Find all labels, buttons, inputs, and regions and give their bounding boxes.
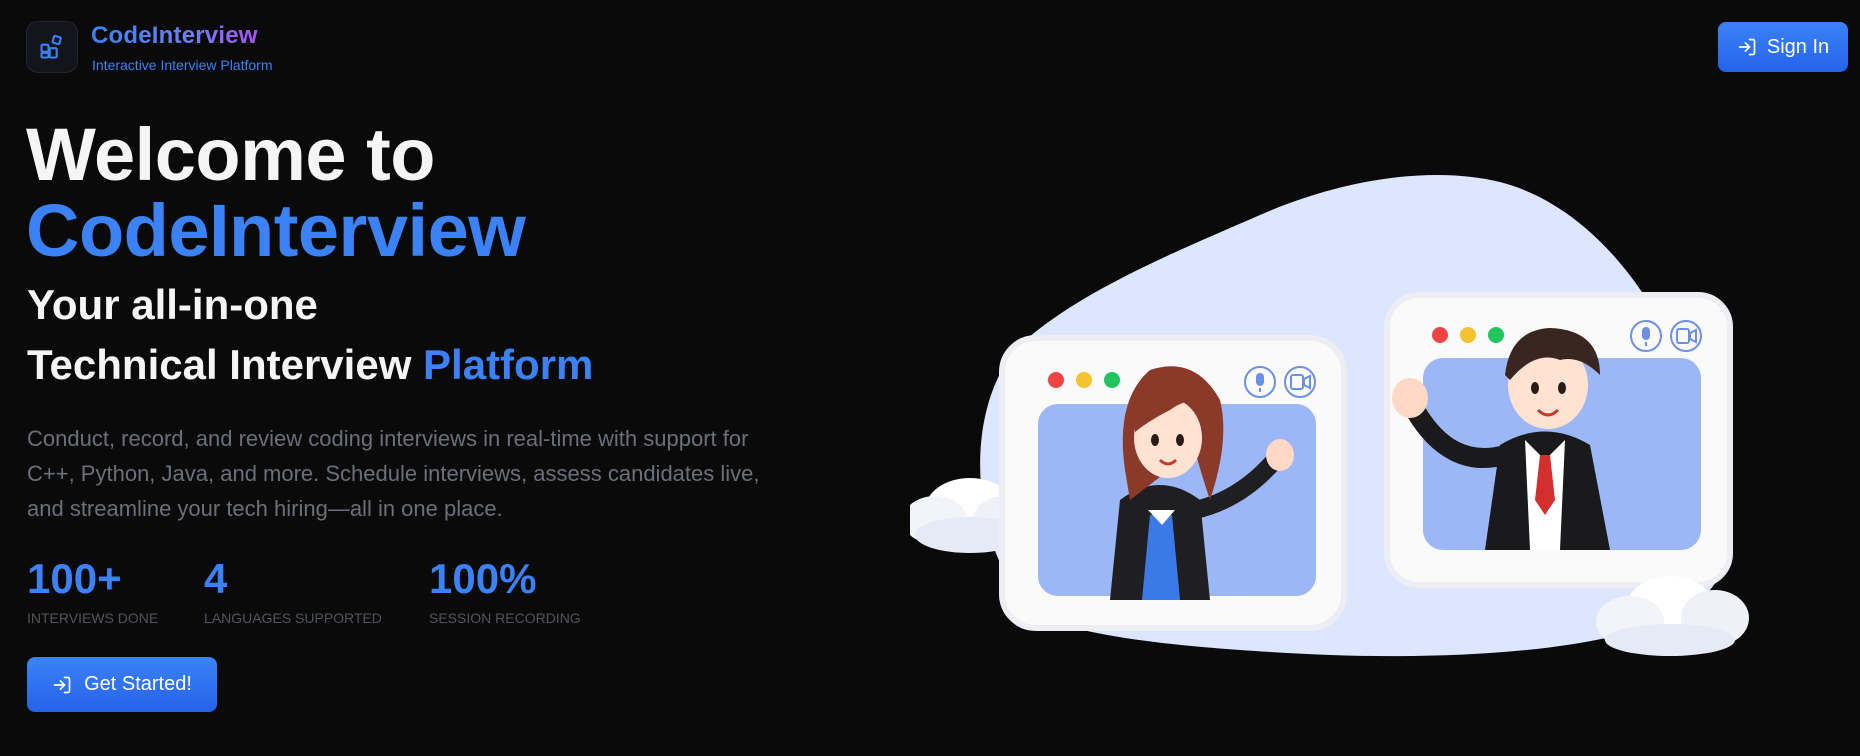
window-right <box>1384 292 1733 588</box>
sign-in-button[interactable]: Sign In <box>1718 22 1848 72</box>
stat-recording: 100% SESSION RECORDING <box>429 555 581 627</box>
top-header: CodeInterview Interactive Interview Plat… <box>0 0 1860 96</box>
stat-value: 4 <box>204 555 228 602</box>
window-left <box>999 335 1347 631</box>
tagline-accent: Platform <box>423 341 594 388</box>
brand-title[interactable]: CodeInterview <box>91 22 258 50</box>
stat-value: 100+ <box>27 555 122 602</box>
hero-brand: CodeInterview <box>26 189 526 272</box>
brand-subtitle: Interactive Interview Platform <box>92 57 273 73</box>
stat-value: 100% <box>429 555 537 602</box>
hero-tagline-line1: Your all-in-one <box>27 281 318 328</box>
hero-description: Conduct, record, and review coding inter… <box>27 426 760 521</box>
stat-label: INTERVIEWS DONE <box>27 610 159 626</box>
layout-grid-icon <box>40 34 62 59</box>
get-started-label: Get Started! <box>84 673 192 695</box>
logo[interactable] <box>26 21 78 73</box>
log-in-icon <box>1738 38 1756 56</box>
hero-tagline-line2: Technical Interview Platform <box>27 344 593 386</box>
hero-welcome: Welcome to <box>26 113 435 196</box>
stat-interviews: 100+ INTERVIEWS DONE <box>27 555 159 627</box>
get-started-button[interactable]: Get Started! <box>27 657 217 712</box>
stat-languages: 4 LANGUAGES SUPPORTED <box>204 555 382 627</box>
tagline-prefix: Technical Interview <box>27 341 424 388</box>
hero-illustration <box>910 174 1749 657</box>
log-in-icon <box>53 676 71 693</box>
stat-label: SESSION RECORDING <box>429 610 581 626</box>
stat-label: LANGUAGES SUPPORTED <box>204 610 382 626</box>
sign-in-label: Sign In <box>1766 35 1830 58</box>
